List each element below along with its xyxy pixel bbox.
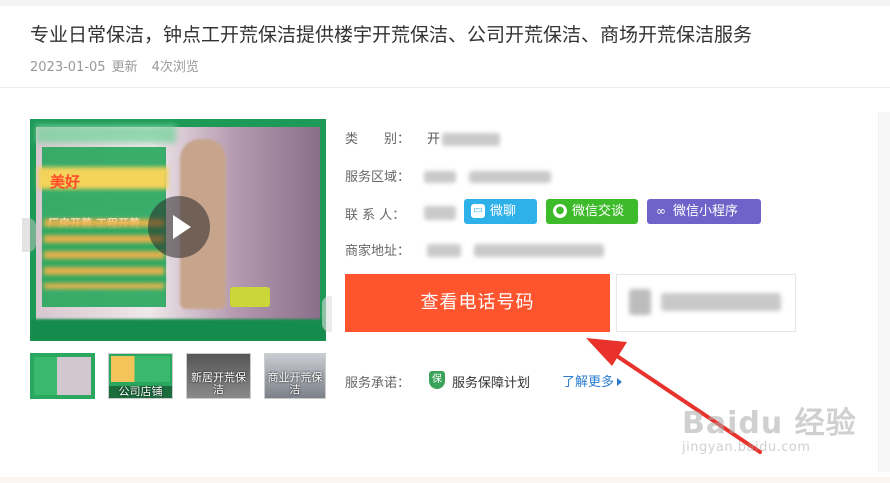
watermark-url: jingyan.baidu.com	[682, 440, 811, 455]
arrow-head	[586, 338, 627, 366]
bottom-strip	[0, 477, 890, 483]
watermark-brand: Baidu 经验	[682, 406, 857, 441]
baidu-watermark: Baidu 经验 jingyan.baidu.com	[682, 398, 857, 455]
right-edge-panel	[878, 112, 890, 472]
